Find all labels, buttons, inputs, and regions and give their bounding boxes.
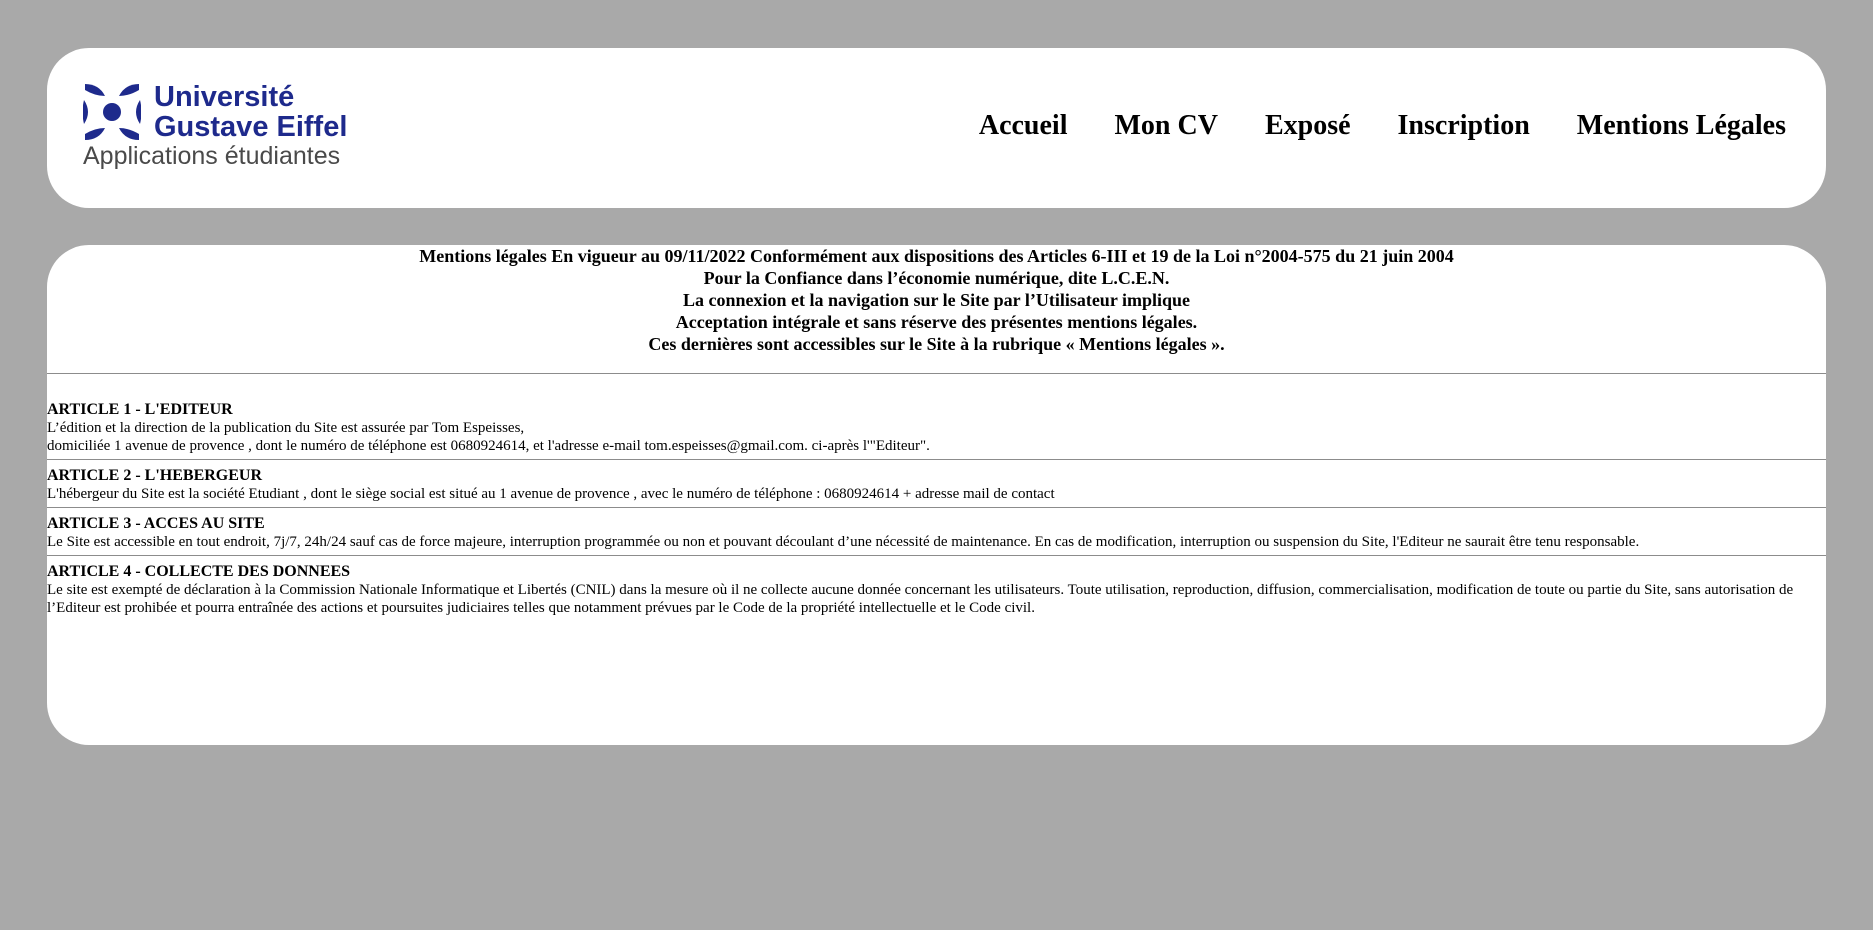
article-collecte: ARTICLE 4 - COLLECTE DES DONNEES Le site… bbox=[47, 556, 1826, 621]
legal-content-panel: Mentions légales En vigueur au 09/11/202… bbox=[47, 245, 1826, 745]
site-header: Université Gustave Eiffel Applications é… bbox=[47, 48, 1826, 208]
article-hebergeur: ARTICLE 2 - L'HEBERGEUR L'hébergeur du S… bbox=[47, 460, 1826, 507]
logo-tagline: Applications étudiantes bbox=[83, 142, 341, 170]
intro-line: Pour la Confiance dans l’économie numéri… bbox=[703, 268, 1170, 288]
logo-title-line1: Université bbox=[154, 81, 295, 113]
intro-line: Ces dernières sont accessibles sur le Si… bbox=[648, 334, 1225, 354]
article-acces: ARTICLE 3 - ACCES AU SITE Le Site est ac… bbox=[47, 508, 1826, 555]
article-title: ARTICLE 1 - L'EDITEUR bbox=[47, 401, 233, 418]
university-logo[interactable]: Université Gustave Eiffel Applications é… bbox=[83, 82, 413, 172]
intro-line: Mentions légales En vigueur au 09/11/202… bbox=[419, 246, 1454, 266]
article-title: ARTICLE 3 - ACCES AU SITE bbox=[47, 515, 265, 532]
legal-intro: Mentions légales En vigueur au 09/11/202… bbox=[47, 245, 1826, 355]
nav-link-expose[interactable]: Exposé bbox=[1265, 110, 1351, 142]
nav-link-inscription[interactable]: Inscription bbox=[1398, 110, 1530, 142]
article-text: Le Site est accessible en tout endroit, … bbox=[47, 534, 1640, 550]
intro-line: La connexion et la navigation sur le Sit… bbox=[682, 290, 1191, 310]
nav-link-accueil[interactable]: Accueil bbox=[979, 110, 1068, 142]
article-title: ARTICLE 4 - COLLECTE DES DONNEES bbox=[47, 563, 351, 580]
main-nav: Accueil Mon CV Exposé Inscription Mentio… bbox=[932, 110, 1786, 142]
article-text: L'hébergeur du Site est la société Etudi… bbox=[47, 486, 1055, 502]
nav-link-mentions-legales[interactable]: Mentions Légales bbox=[1577, 110, 1786, 142]
article-text: L’édition et la direction de la publicat… bbox=[47, 420, 525, 436]
article-text: domiciliée 1 avenue de provence , dont l… bbox=[47, 438, 930, 454]
logo-title-line2: Gustave Eiffel bbox=[154, 111, 348, 143]
intro-line: Acceptation intégrale et sans réserve de… bbox=[675, 312, 1198, 332]
article-title: ARTICLE 2 - L'HEBERGEUR bbox=[47, 467, 263, 484]
article-editeur: ARTICLE 1 - L'EDITEUR L’édition et la di… bbox=[47, 374, 1826, 459]
university-logo-icon bbox=[83, 84, 141, 140]
article-text: Le site est exempté de déclaration à la … bbox=[47, 582, 1794, 616]
nav-link-mon-cv[interactable]: Mon CV bbox=[1115, 110, 1218, 142]
